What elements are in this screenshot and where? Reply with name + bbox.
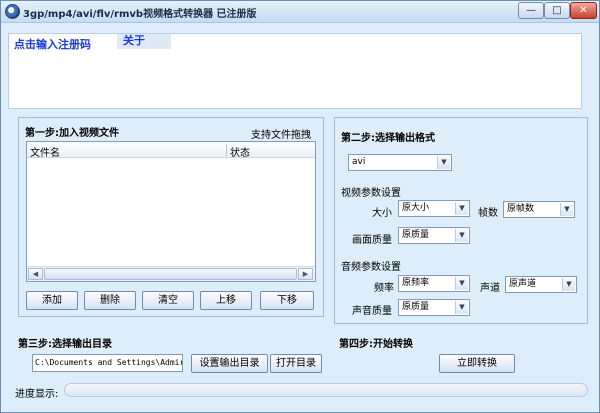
step2-title: 第二步:选择输出格式: [341, 133, 435, 144]
video-file-list[interactable]: 文件名 状态 ◀ ▶: [26, 141, 316, 282]
maximize-button[interactable]: □: [544, 2, 570, 19]
app-logo-icon: [5, 4, 20, 19]
window-title: 3gp/mp4/avi/flv/rmvb视频格式转换器 已注册版: [23, 9, 257, 20]
about-link[interactable]: 关于: [117, 34, 171, 49]
sample-rate-value: 原频率: [402, 278, 430, 288]
clear-list-button[interactable]: 清空: [142, 291, 194, 310]
scroll-left-icon[interactable]: ◀: [28, 268, 43, 280]
close-button[interactable]: ✕: [570, 2, 597, 19]
sample-rate-select[interactable]: 原频率 ▼: [398, 275, 470, 292]
set-output-directory-button[interactable]: 设置输出目录: [191, 354, 268, 373]
sample-rate-label: 频率: [374, 283, 394, 294]
app-window: 3gp/mp4/avi/flv/rmvb视频格式转换器 已注册版 — □ ✕ 点…: [0, 0, 600, 413]
status-column-header[interactable]: 状态: [230, 144, 250, 159]
channel-label: 声道: [480, 283, 500, 294]
output-format-value: avi: [352, 157, 366, 167]
size-label: 大小: [372, 208, 392, 219]
add-file-button[interactable]: 添加: [26, 291, 78, 310]
audio-quality-select[interactable]: 原质量 ▼: [398, 299, 470, 316]
open-directory-button[interactable]: 打开目录: [270, 354, 322, 373]
chevron-down-icon[interactable]: ▼: [455, 277, 468, 290]
channel-select[interactable]: 原声道 ▼: [505, 276, 577, 293]
conversion-progress-bar: [64, 383, 588, 397]
scrollbar-thumb[interactable]: [44, 268, 297, 280]
audio-settings-label: 音频参数设置: [341, 262, 401, 273]
step1-title: 第一步:加入视频文件: [25, 128, 119, 139]
file-list-header: 文件名 状态: [27, 142, 315, 159]
title-bar: 3gp/mp4/avi/flv/rmvb视频格式转换器 已注册版 — □ ✕: [1, 1, 599, 23]
scroll-right-icon[interactable]: ▶: [298, 268, 313, 280]
size-value: 原大小: [402, 203, 430, 213]
chevron-down-icon[interactable]: ▼: [455, 202, 468, 215]
registration-panel: [8, 33, 582, 109]
step4-title: 第四步:开始转换: [339, 339, 413, 350]
output-directory-field[interactable]: C:\Documents and Settings\Admir: [32, 354, 183, 372]
audio-quality-label: 声音质量: [352, 306, 392, 317]
enter-registration-code-link[interactable]: 点击输入注册码: [14, 36, 91, 52]
file-list-horizontal-scrollbar[interactable]: ◀ ▶: [27, 266, 315, 281]
audio-quality-value: 原质量: [402, 302, 430, 312]
frame-rate-select[interactable]: 原帧数 ▼: [503, 201, 575, 218]
filename-column-header[interactable]: 文件名: [30, 144, 60, 159]
channel-value: 原声道: [509, 279, 537, 289]
minimize-button[interactable]: —: [518, 2, 544, 19]
frame-rate-label: 帧数: [478, 208, 498, 219]
chevron-down-icon[interactable]: ▼: [455, 301, 468, 314]
frame-rate-value: 原帧数: [507, 204, 535, 214]
video-settings-label: 视频参数设置: [341, 188, 401, 199]
picture-quality-value: 原质量: [402, 230, 430, 240]
column-divider: [226, 144, 227, 156]
convert-now-button[interactable]: 立即转换: [439, 354, 515, 373]
chevron-down-icon[interactable]: ▼: [560, 203, 573, 216]
picture-quality-select[interactable]: 原质量 ▼: [398, 227, 470, 244]
drag-support-hint: 支持文件拖拽: [251, 130, 311, 141]
picture-quality-label: 画面质量: [352, 235, 392, 246]
chevron-down-icon[interactable]: ▼: [562, 278, 575, 291]
output-format-select[interactable]: avi ▼: [348, 154, 452, 171]
move-up-button[interactable]: 上移: [200, 291, 252, 310]
move-down-button[interactable]: 下移: [260, 291, 314, 310]
step3-title: 第三步:选择输出目录: [18, 339, 112, 350]
progress-label: 进度显示:: [15, 389, 59, 400]
size-select[interactable]: 原大小 ▼: [398, 200, 470, 217]
chevron-down-icon[interactable]: ▼: [455, 229, 468, 242]
delete-file-button[interactable]: 删除: [84, 291, 136, 310]
chevron-down-icon[interactable]: ▼: [437, 156, 450, 169]
